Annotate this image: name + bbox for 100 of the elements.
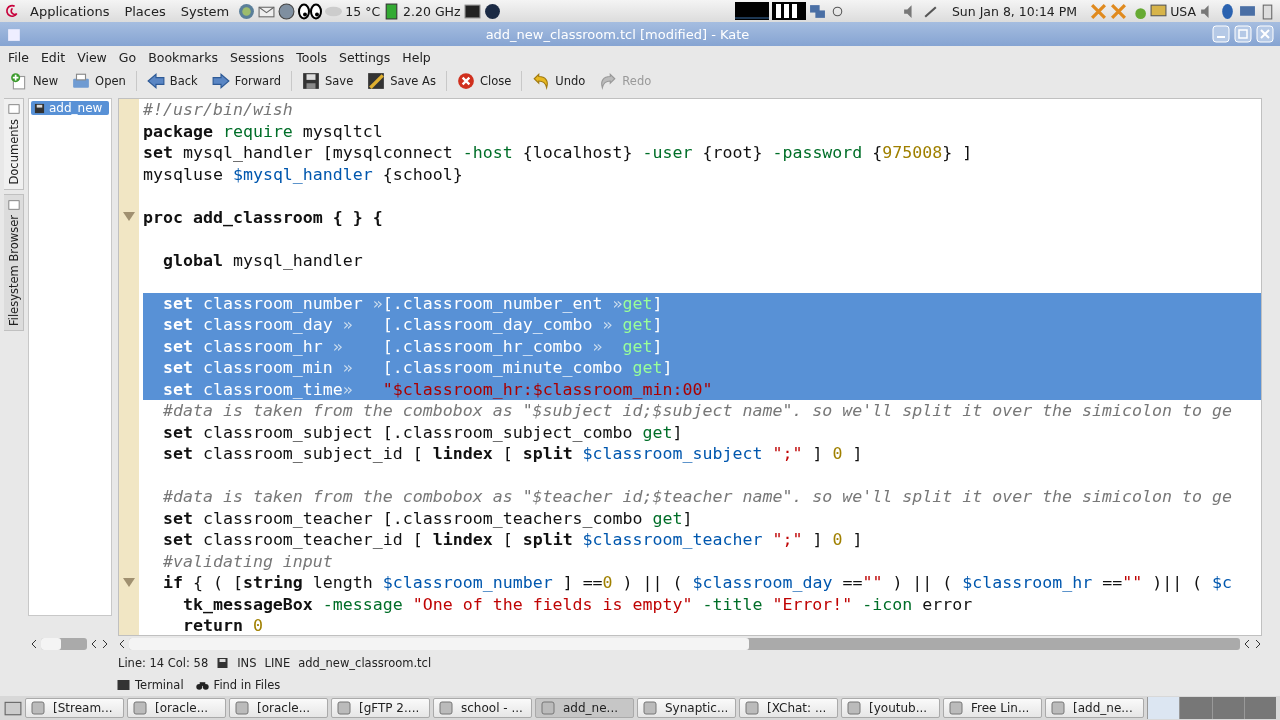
code-line: package require mysqltcl — [143, 121, 383, 141]
scrollbar[interactable] — [129, 638, 1240, 650]
code-line: #!/usr/bin/wish — [143, 100, 293, 120]
toolbar-button[interactable]: Open — [66, 70, 132, 92]
eyes-icon[interactable] — [298, 2, 323, 20]
taskbar-button[interactable]: [youtub... — [841, 698, 940, 718]
menu-item[interactable]: Sessions — [224, 49, 291, 65]
toolbar-button[interactable]: Save — [296, 70, 360, 92]
close-circle-icon — [456, 72, 475, 90]
code-line: mysqluse $mysql_handler {school} — [143, 164, 463, 184]
window-icon — [31, 701, 45, 715]
fold-triangle-icon[interactable] — [123, 577, 135, 588]
taskbar-button[interactable]: [XChat: ... — [739, 698, 838, 718]
minimize-icon[interactable] — [1212, 25, 1230, 43]
taskbar-button[interactable]: [Stream... — [25, 698, 124, 718]
tool-view-button[interactable]: Find in Files — [192, 678, 284, 692]
menu-item[interactable]: View — [71, 49, 113, 65]
toolbar-button[interactable]: Save As — [361, 70, 442, 92]
code-line: set classroom_min » [.classroom_minute_combo get] — [161, 358, 673, 378]
left-arrow-icon — [146, 72, 165, 90]
input-mode[interactable]: INS — [237, 656, 257, 670]
panel-menu[interactable]: Applications — [24, 3, 116, 19]
tool-view-button[interactable]: Terminal — [114, 678, 187, 692]
code-line: set classroom_hr » [.classroom_hr_combo » get] — [161, 336, 663, 356]
panel-menu[interactable]: Places — [118, 3, 172, 19]
taskbar-button[interactable]: add_ne... — [535, 698, 634, 718]
keyboard-layout[interactable]: USA — [1170, 3, 1196, 19]
taskbar-button[interactable]: [add_ne... — [1045, 698, 1144, 718]
code-line: set classroom_teacher_id [ lindex [ split $classroom_teacher ";" ] 0 ] — [161, 530, 863, 550]
code-line: #data is taken from the combobox as "$subject id;$subject name". so we'll split it over the simicolon to ge — [161, 401, 1232, 421]
taskbar-button[interactable]: Free Lin... — [943, 698, 1042, 718]
code-line: set classroom_subject [.classroom_subject_combo get] — [161, 422, 683, 442]
toolbar-button[interactable]: Close — [450, 70, 518, 92]
cross-icon[interactable] — [1090, 2, 1108, 20]
scroll-right-icon[interactable] — [101, 639, 109, 649]
toolbar-button[interactable]: New — [4, 70, 65, 92]
toolbar-button[interactable]: Undo — [526, 70, 592, 92]
selection-mode[interactable]: LINE — [264, 656, 291, 670]
window-icon — [847, 701, 861, 715]
menu-item[interactable]: Bookmarks — [142, 49, 224, 65]
window-icon — [643, 701, 657, 715]
terminal-icon[interactable] — [463, 2, 481, 20]
cpu-speed: 2.20 GHz — [403, 3, 461, 19]
taskbar-button[interactable]: school - ... — [433, 698, 532, 718]
workspace-pager[interactable] — [1147, 697, 1276, 719]
toolbar-button[interactable]: Forward — [205, 70, 287, 92]
menu-item[interactable]: Help — [396, 49, 437, 65]
window-icon — [7, 198, 20, 211]
cursor-position: Line: 14 Col: 58 — [118, 656, 209, 670]
code-line: return 0 — [181, 616, 263, 635]
window-icon — [745, 701, 759, 715]
code-line: set classroom_number »[.classroom_number_ent »get] — [161, 293, 663, 313]
side-tab[interactable]: Filesystem Browser — [4, 193, 24, 331]
scroll-left-icon[interactable] — [1243, 639, 1251, 649]
cpu-bars-icon — [771, 2, 806, 20]
new-document-icon — [10, 72, 28, 90]
menu-item[interactable]: File — [2, 49, 35, 65]
close-icon[interactable] — [1256, 25, 1274, 43]
scroll-left-icon[interactable] — [118, 639, 126, 649]
window-icon — [541, 701, 555, 715]
menu-item[interactable]: Settings — [333, 49, 397, 65]
window-icon — [7, 103, 20, 115]
window-icon — [337, 701, 351, 715]
show-desktop-icon[interactable] — [4, 699, 22, 717]
code-line: global mysql_handler — [161, 250, 363, 270]
window-icon — [235, 701, 249, 715]
code-line: #validating input — [161, 551, 333, 571]
fold-triangle-icon[interactable] — [123, 212, 135, 223]
code-line: set classroom_day » [.classroom_day_combo » get] — [161, 315, 663, 335]
taskbar-button[interactable]: [oracle... — [127, 698, 226, 718]
side-tab[interactable]: Documents — [4, 98, 24, 190]
code-editor[interactable] — [118, 98, 1262, 636]
taskbar-button[interactable]: [gFTP 2.... — [331, 698, 430, 718]
clock[interactable]: Sun Jan 8, 10:14 PM — [951, 3, 1078, 19]
taskbar-button[interactable]: [oracle... — [229, 698, 328, 718]
file-name: add_new_classroom.tcl — [298, 656, 432, 670]
menu-item[interactable]: Go — [112, 49, 143, 65]
code-line: proc add_classroom { } { — [143, 207, 383, 227]
maximize-icon[interactable] — [1234, 25, 1252, 43]
temperature: 15 °C — [345, 3, 381, 19]
scrollbar[interactable] — [41, 638, 87, 650]
binoculars-icon — [195, 679, 209, 691]
load-graph-icon — [734, 2, 769, 20]
scroll-left-icon[interactable] — [30, 639, 38, 649]
menu-item[interactable]: Tools — [290, 49, 333, 65]
toolbar-button[interactable]: Back — [140, 70, 204, 92]
code-line: set mysql_handler [mysqlconnect -host {localhost} -user {root} -password {975008} ] — [143, 143, 973, 163]
scroll-right-icon[interactable] — [1254, 639, 1262, 649]
menu-item[interactable]: Edit — [34, 49, 72, 65]
window-icon — [439, 701, 453, 715]
scroll-left-icon[interactable] — [90, 639, 98, 649]
taskbar-button[interactable]: Synaptic... — [637, 698, 736, 718]
code-line: tk_messageBox -message "One of the fields is empty" -title "Error!" -icon error — [181, 594, 973, 614]
panel-menu[interactable]: System — [174, 3, 236, 19]
floppy-pen-icon — [367, 72, 386, 90]
cross-icon[interactable] — [1110, 2, 1128, 20]
window-title: add_new_classroom.tcl [modified] - Kate — [484, 26, 751, 42]
window-icon — [1051, 701, 1065, 715]
code-line: set classroom_time» "$classroom_hr:$classroom_min:00" — [161, 379, 713, 399]
window-icon — [949, 701, 963, 715]
